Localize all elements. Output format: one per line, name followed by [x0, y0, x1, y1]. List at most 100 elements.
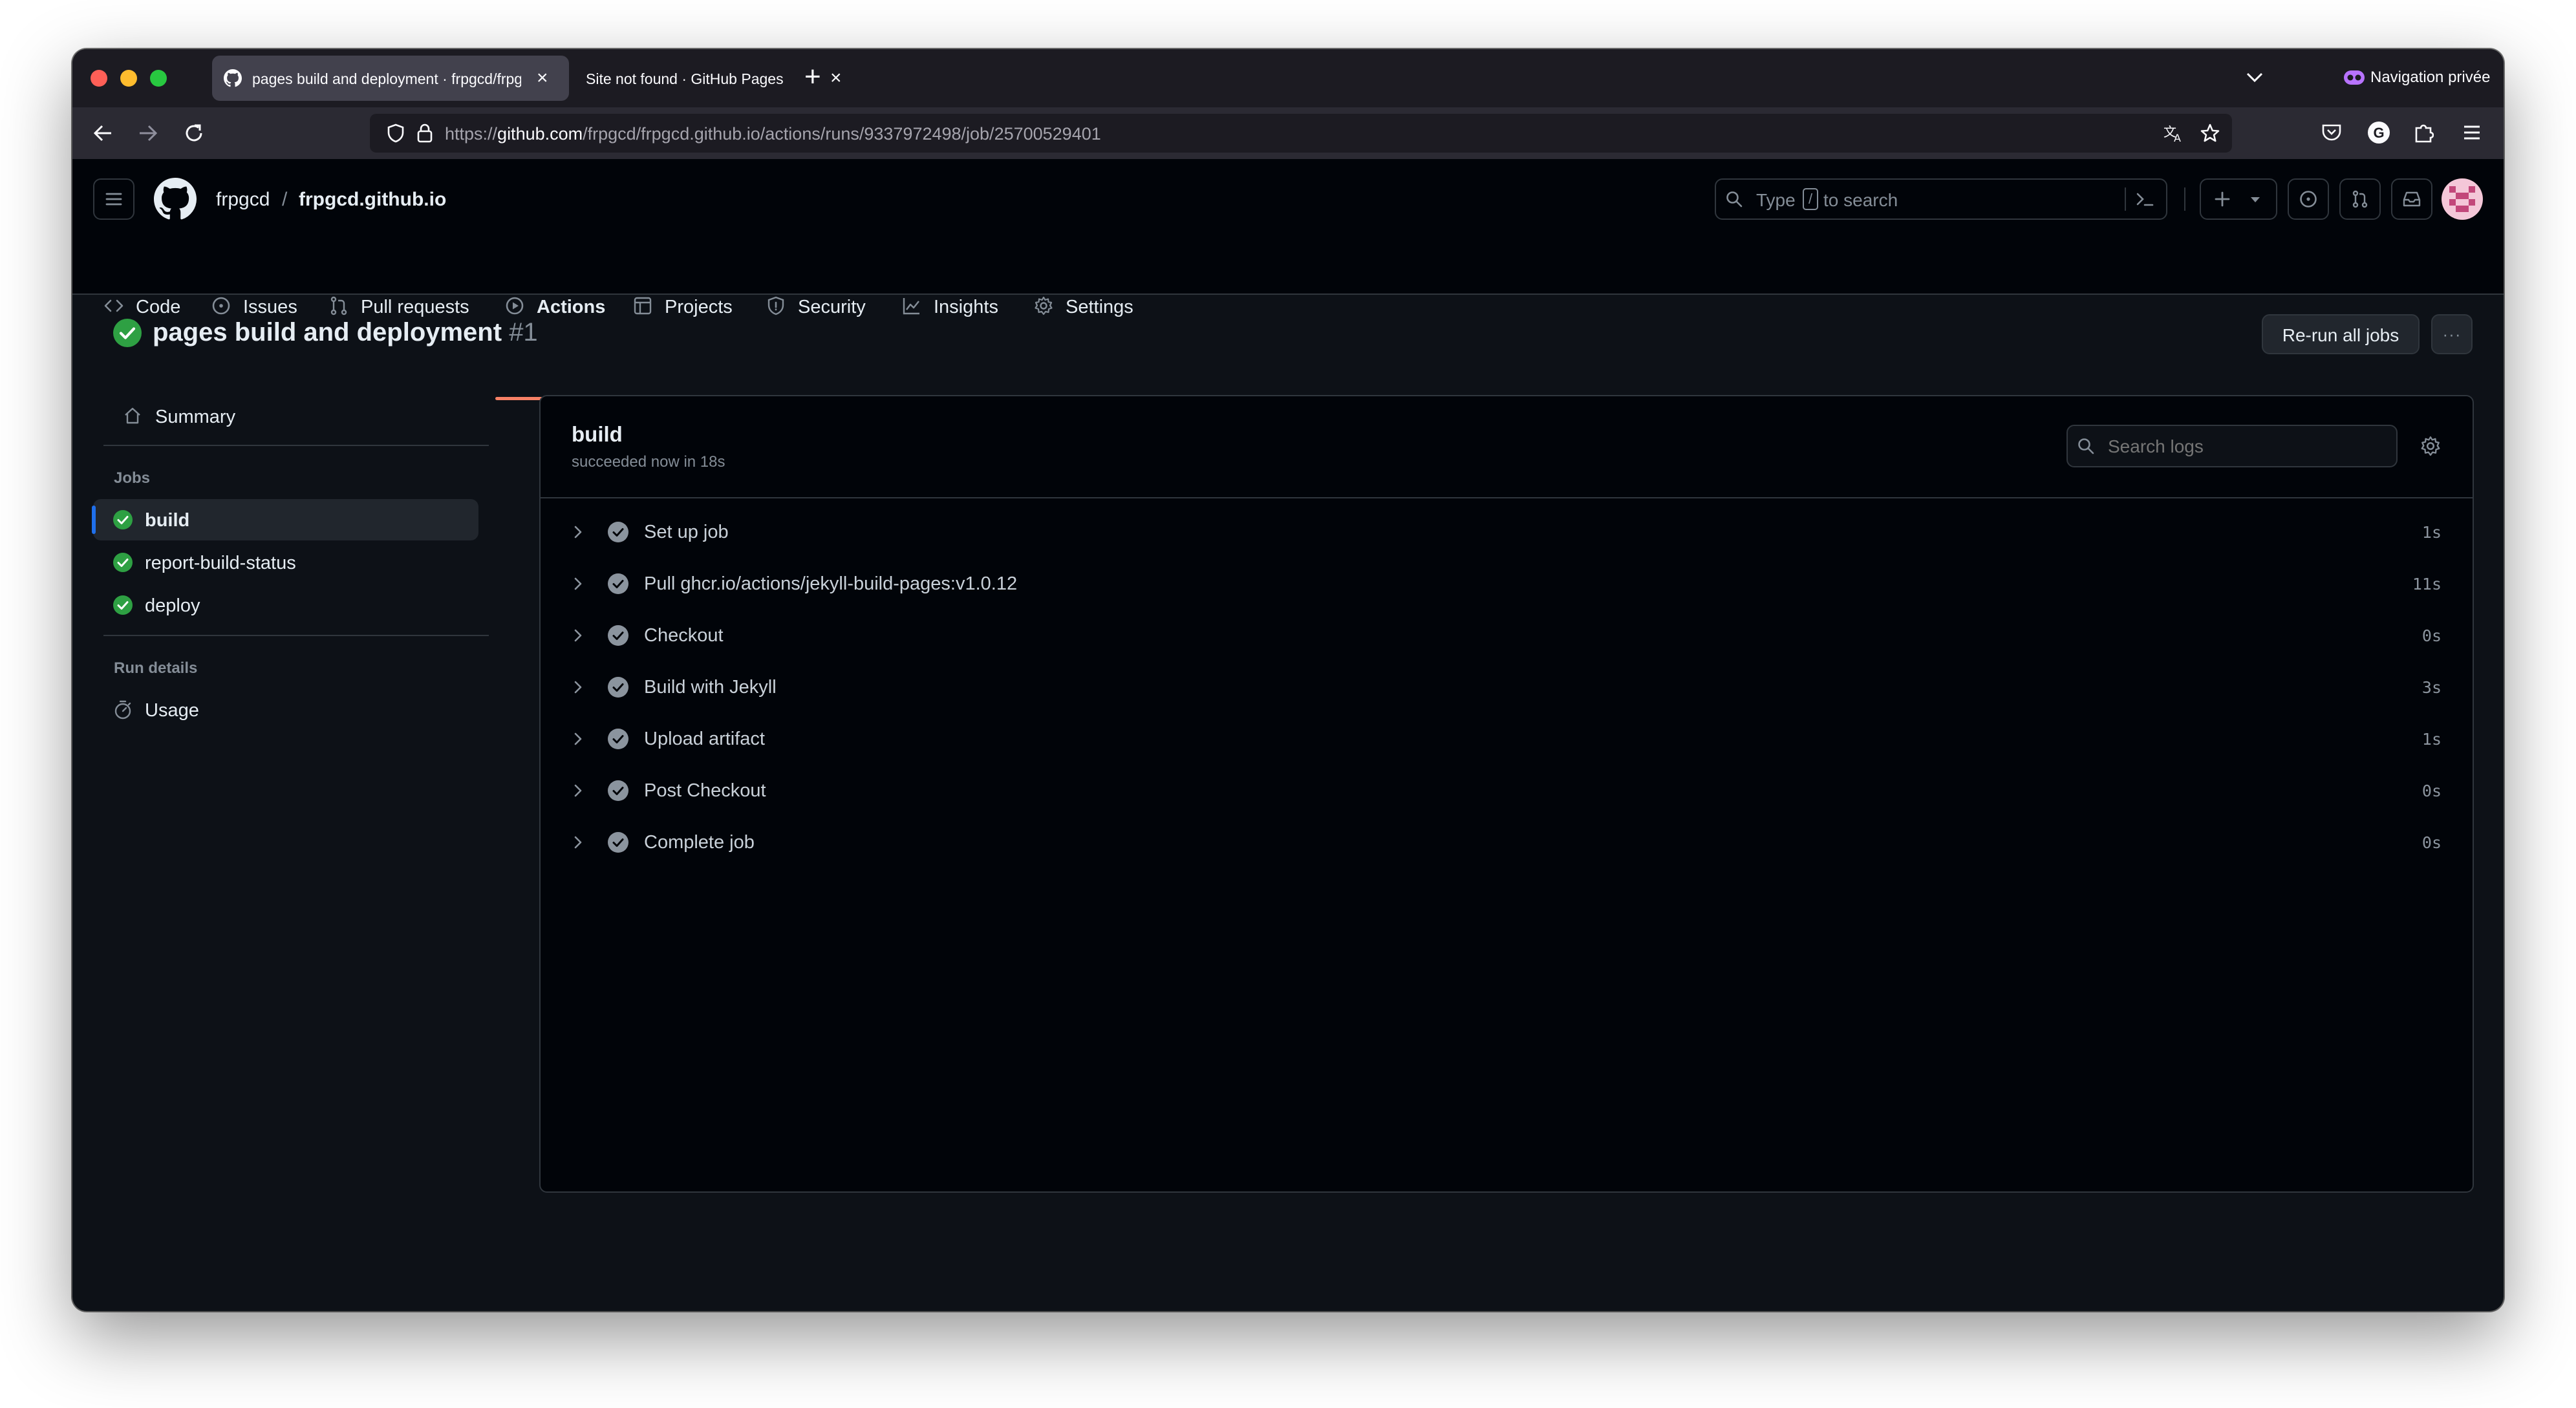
github-logo-icon[interactable]	[154, 178, 197, 220]
job-step[interactable]: Post Checkout 0s	[541, 765, 2473, 816]
step-success-check-icon	[606, 831, 630, 854]
sidebar-job-build[interactable]: build	[92, 499, 478, 540]
search-placeholder-type: Type	[1756, 190, 1796, 210]
search-icon	[2077, 437, 2095, 455]
address-bar[interactable]: https://github.com/frpgcd/frpgcd.github.…	[370, 114, 2232, 153]
step-success-check-icon	[606, 624, 630, 647]
job-name: build	[572, 422, 623, 446]
chevron-right-icon[interactable]	[572, 731, 585, 747]
chevron-right-icon[interactable]	[572, 524, 585, 540]
step-name: Build with Jekyll	[644, 677, 777, 698]
github-favicon-icon	[224, 69, 242, 87]
tab-label: Insights	[934, 297, 998, 317]
panel-divider	[541, 497, 2473, 498]
tab-list-chevron-icon[interactable]	[2245, 70, 2264, 85]
extensions-puzzle-icon[interactable]	[2413, 122, 2434, 144]
tab-insights[interactable]: Insights	[901, 285, 1018, 326]
tab-label: Code	[136, 297, 181, 317]
tab-label: Issues	[243, 297, 297, 317]
lock-icon[interactable]	[416, 123, 433, 144]
account-avatar[interactable]: G	[2368, 122, 2390, 144]
code-icon	[103, 295, 124, 316]
chevron-right-icon[interactable]	[572, 679, 585, 695]
command-palette-icon[interactable]	[2135, 191, 2154, 208]
success-check-icon	[113, 509, 133, 530]
create-new-button[interactable]	[2200, 178, 2277, 220]
identicon-icon	[2444, 181, 2480, 217]
success-check-icon	[113, 552, 133, 573]
rerun-all-jobs-button[interactable]: Re-run all jobs	[2262, 314, 2420, 354]
sidebar-item-label: Summary	[155, 407, 236, 427]
job-step[interactable]: Checkout 0s	[541, 610, 2473, 661]
tab-settings[interactable]: Settings	[1033, 285, 1150, 326]
private-mask-icon	[2343, 70, 2365, 85]
close-tab-icon[interactable]: ×	[830, 69, 842, 88]
tab-bar: pages build and deployment · frpgcd/frpg…	[72, 49, 2504, 107]
graph-icon	[901, 295, 922, 316]
job-step[interactable]: Pull ghcr.io/actions/jekyll-build-pages:…	[541, 558, 2473, 610]
sidebar-job-report-build-status[interactable]: report-build-status	[93, 542, 478, 583]
translate-icon[interactable]: 文A	[2163, 123, 2184, 143]
chevron-right-icon[interactable]	[572, 576, 585, 592]
url-text[interactable]: https://github.com/frpgcd/frpgcd.github.…	[445, 124, 1101, 144]
close-window-button[interactable]	[91, 70, 107, 87]
inbox-button[interactable]	[2391, 178, 2432, 220]
step-success-check-icon	[606, 572, 630, 595]
run-more-options-button[interactable]: ···	[2431, 314, 2473, 354]
tab-security[interactable]: Security	[766, 285, 888, 326]
shield-icon	[766, 295, 786, 316]
pull-request-icon	[328, 295, 349, 316]
sidebar-job-deploy[interactable]: deploy	[93, 584, 478, 626]
open-global-nav-button[interactable]	[93, 178, 134, 220]
plus-icon	[2214, 191, 2231, 208]
tab-projects[interactable]: Projects	[632, 285, 742, 326]
step-duration: 1s	[2421, 523, 2442, 542]
log-settings-gear-icon[interactable]	[2420, 435, 2442, 457]
stopwatch-icon	[113, 699, 133, 720]
job-step[interactable]: Set up job 1s	[541, 506, 2473, 558]
breadcrumb-separator: /	[282, 189, 288, 210]
chevron-right-icon[interactable]	[572, 783, 585, 798]
tab-title: pages build and deployment · frpgcd/frpg…	[252, 70, 521, 87]
global-search-input[interactable]: Type / to search	[1715, 178, 2167, 220]
bookmark-star-icon[interactable]	[2200, 123, 2220, 144]
forward-arrow-icon[interactable]	[137, 123, 159, 144]
step-duration: 3s	[2421, 678, 2442, 697]
repo-owner-link[interactable]: frpgcd	[216, 189, 270, 211]
step-success-check-icon	[606, 676, 630, 699]
pull-requests-button[interactable]	[2339, 178, 2381, 220]
search-logs-input[interactable]	[2066, 425, 2398, 467]
run-number: #1	[509, 318, 538, 347]
close-tab-icon[interactable]: ×	[537, 69, 548, 88]
account-letter: G	[2373, 125, 2385, 141]
user-avatar[interactable]	[2442, 178, 2483, 220]
pocket-icon[interactable]	[2321, 123, 2342, 142]
back-arrow-icon[interactable]	[92, 123, 114, 144]
gear-icon	[1033, 295, 1054, 316]
step-name: Post Checkout	[644, 780, 766, 801]
sidebar-divider	[103, 445, 489, 446]
job-step[interactable]: Upload artifact 1s	[541, 713, 2473, 765]
selected-job-bar	[92, 506, 96, 534]
hamburger-menu-icon[interactable]	[2462, 124, 2482, 141]
issues-button[interactable]	[2288, 178, 2329, 220]
tracking-shield-icon[interactable]	[387, 123, 405, 143]
new-tab-icon[interactable]: +	[804, 61, 821, 93]
reload-icon[interactable]	[184, 123, 204, 144]
search-logs-field[interactable]	[2107, 434, 2387, 460]
chevron-right-icon[interactable]	[572, 628, 585, 643]
tab-pages-build[interactable]: pages build and deployment · frpgcd/frpg…	[212, 56, 569, 101]
run-success-check-icon	[113, 318, 142, 348]
home-icon	[123, 406, 142, 425]
table-icon	[632, 295, 653, 316]
job-step[interactable]: Build with Jekyll 3s	[541, 661, 2473, 713]
step-success-check-icon	[606, 779, 630, 802]
zoom-window-button[interactable]	[150, 70, 167, 87]
chevron-right-icon[interactable]	[572, 835, 585, 850]
sidebar-item-usage[interactable]: Usage	[93, 689, 478, 731]
job-step[interactable]: Complete job 0s	[541, 816, 2473, 868]
tab-label: Settings	[1066, 297, 1133, 317]
repo-name-link[interactable]: frpgcd.github.io	[299, 189, 446, 211]
sidebar-item-summary[interactable]: Summary	[103, 396, 489, 437]
minimize-window-button[interactable]	[120, 70, 137, 87]
